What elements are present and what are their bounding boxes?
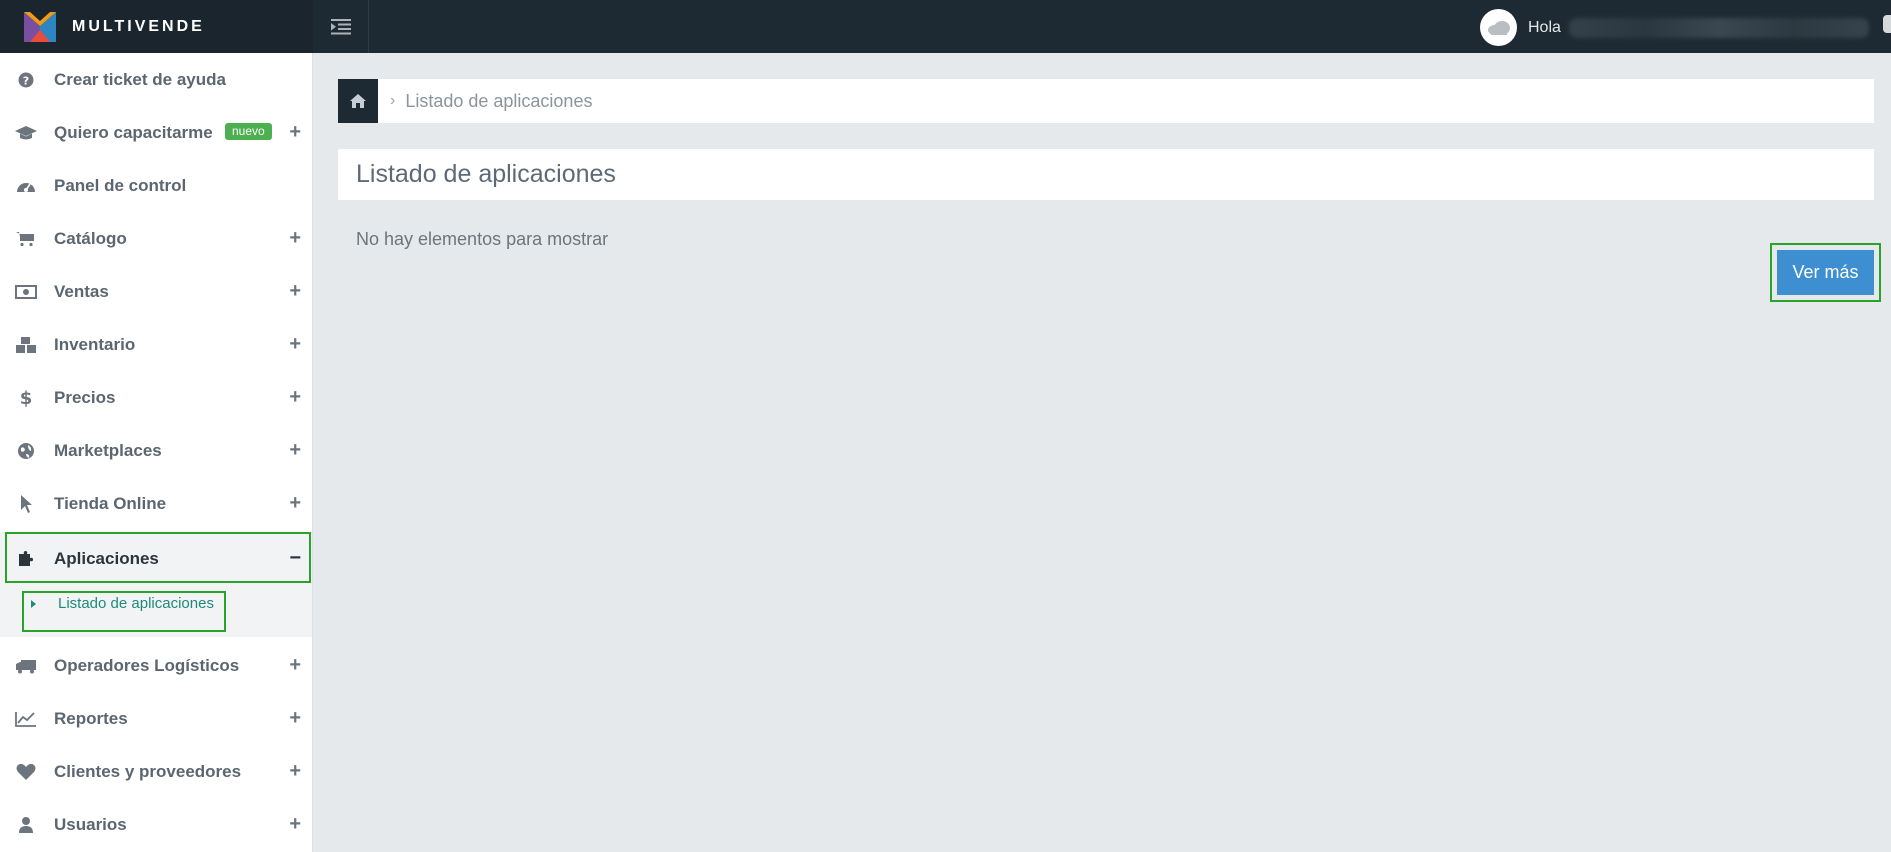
- sidebar-item-label: Panel de control: [54, 175, 187, 195]
- cubes-icon: [15, 334, 37, 356]
- expand-plus-icon[interactable]: +: [289, 333, 301, 356]
- sidebar-item-label: Marketplaces: [54, 440, 162, 460]
- listado-highlight-box: [22, 591, 226, 632]
- sidebar-item-crear-ticket[interactable]: ? Crear ticket de ayuda: [0, 53, 312, 106]
- expand-plus-icon[interactable]: +: [289, 654, 301, 677]
- graduation-cap-icon: [15, 122, 37, 144]
- sidebar-item-label: Precios: [54, 387, 116, 407]
- ver-mas-button[interactable]: Ver más: [1777, 250, 1874, 295]
- sidebar-item-clientes-y-proveedores[interactable]: Clientes y proveedores +: [0, 745, 312, 798]
- expand-plus-icon[interactable]: +: [289, 492, 301, 515]
- expand-plus-icon[interactable]: +: [289, 280, 301, 303]
- question-circle-icon: ?: [15, 69, 37, 91]
- sidebar-item-label: Tienda Online: [54, 493, 167, 513]
- user-menu[interactable]: Hola: [1480, 9, 1869, 46]
- sidebar-item-tienda-online[interactable]: Tienda Online +: [0, 477, 312, 530]
- sidebar-item-label: Inventario: [54, 334, 136, 354]
- empty-state-message: No hay elementos para mostrar: [356, 229, 609, 249]
- aplicaciones-submenu: Listado de aplicaciones: [0, 585, 312, 637]
- globe-icon: [15, 440, 37, 462]
- sidebar-item-quiero-capacitarme[interactable]: Quiero capacitarme nuevo +: [0, 106, 312, 159]
- sidebar-item-label: Ventas: [54, 281, 109, 301]
- sidebar-item-label: Catálogo: [54, 228, 127, 248]
- user-icon: [15, 814, 37, 836]
- sidebar-toggle-button[interactable]: [313, 0, 369, 53]
- top-bar: MULTIVENDE Hola: [0, 0, 1891, 53]
- aplicaciones-highlight-box: [5, 532, 311, 583]
- expand-plus-icon[interactable]: +: [289, 813, 301, 836]
- sidebar-item-label: Clientes y proveedores: [54, 761, 242, 781]
- sidebar-item-label: Quiero capacitarme: [54, 122, 213, 142]
- sidebar-item-reportes[interactable]: Reportes +: [0, 692, 312, 745]
- expand-plus-icon[interactable]: +: [289, 760, 301, 783]
- page-title: Listado de aplicaciones: [356, 160, 616, 188]
- expand-plus-icon[interactable]: +: [289, 227, 301, 250]
- expand-plus-icon[interactable]: +: [289, 707, 301, 730]
- sidebar-item-operadores-logisticos[interactable]: Operadores Logísticos +: [0, 639, 312, 692]
- sidebar-item-catalogo[interactable]: Catálogo +: [0, 212, 312, 265]
- svg-text:$: $: [20, 388, 33, 408]
- multivende-logo-icon: [24, 11, 56, 42]
- expand-plus-icon[interactable]: +: [289, 439, 301, 462]
- home-icon: [350, 94, 366, 108]
- sidebar-item-inventario[interactable]: Inventario +: [0, 318, 312, 371]
- breadcrumb: › Listado de aplicaciones: [338, 79, 1874, 123]
- brand-logo[interactable]: MULTIVENDE: [0, 0, 313, 53]
- heart-icon: [15, 761, 37, 783]
- expand-plus-icon[interactable]: +: [289, 121, 301, 144]
- svg-text:?: ?: [23, 74, 29, 87]
- sidebar-item-label: Usuarios: [54, 814, 127, 834]
- avatar[interactable]: [1480, 9, 1517, 46]
- breadcrumb-current: Listado de aplicaciones: [405, 90, 593, 111]
- cloud-avatar-icon: [1487, 20, 1510, 35]
- shopping-cart-icon: [15, 228, 37, 250]
- indent-icon: [330, 18, 351, 34]
- page-title-card: Listado de aplicaciones: [338, 149, 1874, 200]
- sidebar: ? Crear ticket de ayuda Quiero capacitar…: [0, 53, 313, 852]
- sidebar-item-ventas[interactable]: Ventas +: [0, 265, 312, 318]
- redacted-username: [1568, 17, 1869, 38]
- breadcrumb-separator: ›: [390, 92, 396, 109]
- sidebar-item-label: Operadores Logísticos: [54, 655, 240, 675]
- dollar-icon: $: [15, 387, 37, 409]
- edge-icon[interactable]: [1883, 15, 1891, 33]
- breadcrumb-home-button[interactable]: [338, 79, 378, 123]
- line-chart-icon: [15, 708, 37, 730]
- money-icon: [15, 281, 37, 303]
- sidebar-item-label: Reportes: [54, 708, 128, 728]
- greeting-text: Hola: [1528, 18, 1561, 36]
- sidebar-item-usuarios[interactable]: Usuarios +: [0, 798, 312, 851]
- sidebar-item-marketplaces[interactable]: Marketplaces +: [0, 424, 312, 477]
- expand-plus-icon[interactable]: +: [289, 386, 301, 409]
- sidebar-item-panel-de-control[interactable]: Panel de control: [0, 159, 312, 212]
- brand-name: MULTIVENDE: [72, 17, 205, 35]
- dashboard-icon: [15, 175, 37, 197]
- truck-icon: [15, 655, 37, 677]
- sidebar-item-label: Crear ticket de ayuda: [54, 69, 226, 89]
- mouse-pointer-icon: [15, 493, 37, 515]
- sidebar-item-precios[interactable]: $ Precios +: [0, 371, 312, 424]
- new-badge: nuevo: [225, 123, 272, 140]
